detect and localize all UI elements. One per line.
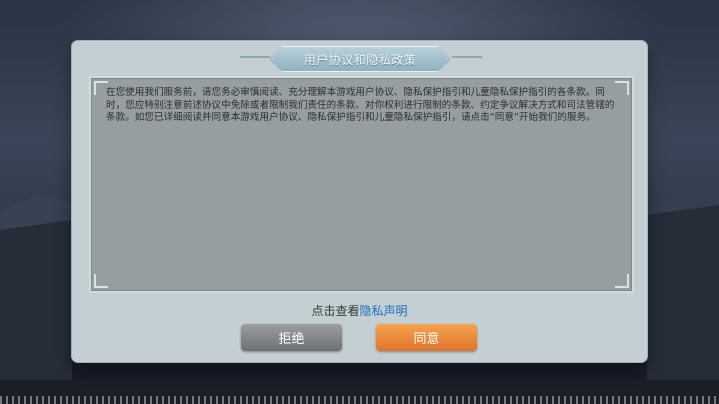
frame-corner-ornament (615, 274, 629, 288)
bottom-strip (0, 396, 719, 404)
frame-corner-ornament (94, 274, 108, 288)
frame-corner-ornament (615, 81, 629, 95)
agree-button[interactable]: 同意 (376, 324, 477, 351)
privacy-prefix: 点击查看 (311, 304, 360, 318)
privacy-statement-line: 点击查看隐私声明 (72, 302, 647, 319)
privacy-statement-link[interactable]: 隐私声明 (360, 304, 408, 318)
agree-button-label: 同意 (413, 332, 440, 347)
title-ornament-right (452, 56, 482, 58)
refuse-button-label: 拒绝 (278, 332, 305, 347)
agreement-text-panel[interactable]: 在您使用我们服务前，请您务必审慎阅读、充分理解本游戏用户协议、隐私保护指引和儿童… (89, 76, 634, 293)
dialog-title: 用户协议和隐私政策 (303, 52, 417, 67)
refuse-button[interactable]: 拒绝 (241, 324, 342, 351)
agreement-text: 在您使用我们服务前，请您务必审慎阅读、充分理解本游戏用户协议、隐私保护指引和儿童… (106, 87, 615, 123)
agreement-dialog: 用户协议和隐私政策 在您使用我们服务前，请您务必审慎阅读、充分理解本游戏用户协议… (72, 41, 647, 362)
title-ornament-left (240, 56, 270, 58)
dialog-title-plate: 用户协议和隐私政策 (268, 46, 452, 72)
